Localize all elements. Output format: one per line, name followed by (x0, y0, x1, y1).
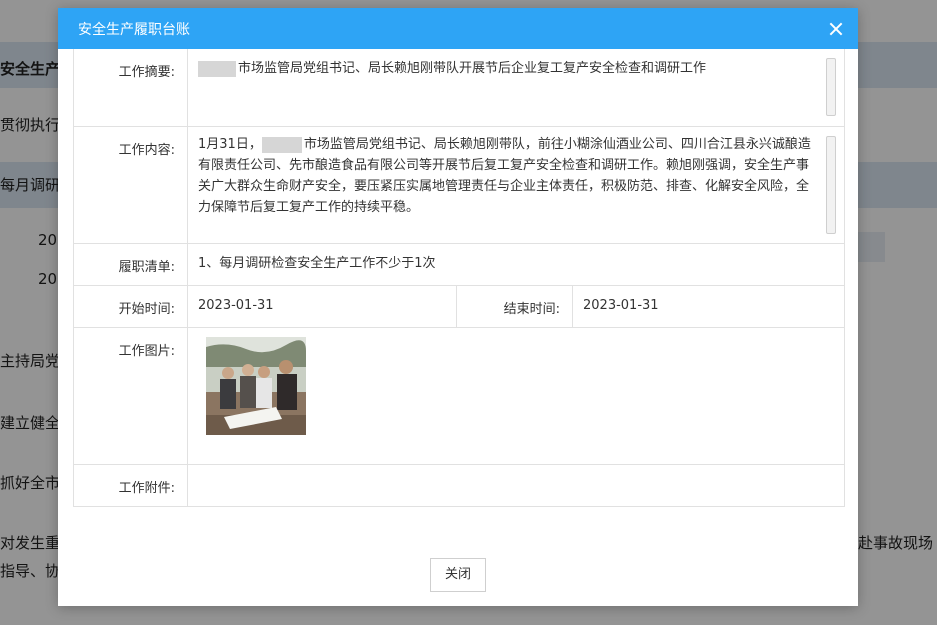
redacted-region (198, 60, 236, 77)
content-row: 工作内容: 1月31日， 市场监管局党组书记、局长赖旭刚带队，前往小糊涂仙酒业公司… (74, 127, 844, 244)
content-field[interactable]: 1月31日， 市场监管局党组书记、局长赖旭刚带队，前往小糊涂仙酒业公司、四川合江县… (188, 127, 844, 243)
close-icon[interactable] (828, 21, 844, 37)
attachments-value (188, 465, 844, 506)
end-time-label: 结束时间: (457, 286, 573, 327)
summary-row: 工作摘要: 市场监管局党组书记、局长赖旭刚带队开展节后企业复工复产安全检查和调研… (74, 49, 844, 127)
summary-field[interactable]: 市场监管局党组书记、局长赖旭刚带队开展节后企业复工复产安全检查和调研工作 (188, 49, 844, 126)
work-photo-thumbnail[interactable] (206, 337, 306, 435)
content-label: 工作内容: (74, 127, 188, 243)
checklist-label: 履职清单: (74, 244, 188, 285)
start-time-label: 开始时间: (74, 286, 188, 327)
summary-label: 工作摘要: (74, 49, 188, 126)
close-button[interactable]: 关闭 (430, 558, 486, 592)
ledger-dialog: 安全生产履职台账 工作摘要: 市场监管局党组书记、局长赖旭刚带队开展节后企业复工… (58, 8, 858, 606)
start-time-value: 2023-01-31 (188, 286, 457, 327)
dialog-header: 安全生产履职台账 (58, 8, 858, 49)
photos-field (188, 328, 844, 464)
detail-form: 工作摘要: 市场监管局党组书记、局长赖旭刚带队开展节后企业复工复产安全检查和调研… (73, 49, 845, 507)
photos-row: 工作图片: (74, 328, 844, 465)
attachments-row: 工作附件: (74, 465, 844, 507)
scrollbar[interactable] (826, 136, 836, 234)
dialog-title: 安全生产履职台账 (78, 21, 190, 38)
photos-label: 工作图片: (74, 328, 188, 464)
time-row: 开始时间: 2023-01-31 结束时间: 2023-01-31 (74, 286, 844, 328)
content-date-prefix: 1月31日， (198, 137, 262, 152)
end-time-value: 2023-01-31 (583, 298, 659, 313)
checklist-value: 1、每月调研检查安全生产工作不少于1次 (198, 256, 436, 271)
summary-text: 市场监管局党组书记、局长赖旭刚带队开展节后企业复工复产安全检查和调研工作 (238, 61, 707, 76)
attachments-label: 工作附件: (74, 465, 188, 506)
checklist-row: 履职清单: 1、每月调研检查安全生产工作不少于1次 (74, 244, 844, 286)
dialog-footer: 关闭 (58, 558, 858, 592)
work-photo-image (206, 337, 306, 435)
redacted-region (261, 136, 302, 153)
scrollbar[interactable] (826, 58, 836, 116)
